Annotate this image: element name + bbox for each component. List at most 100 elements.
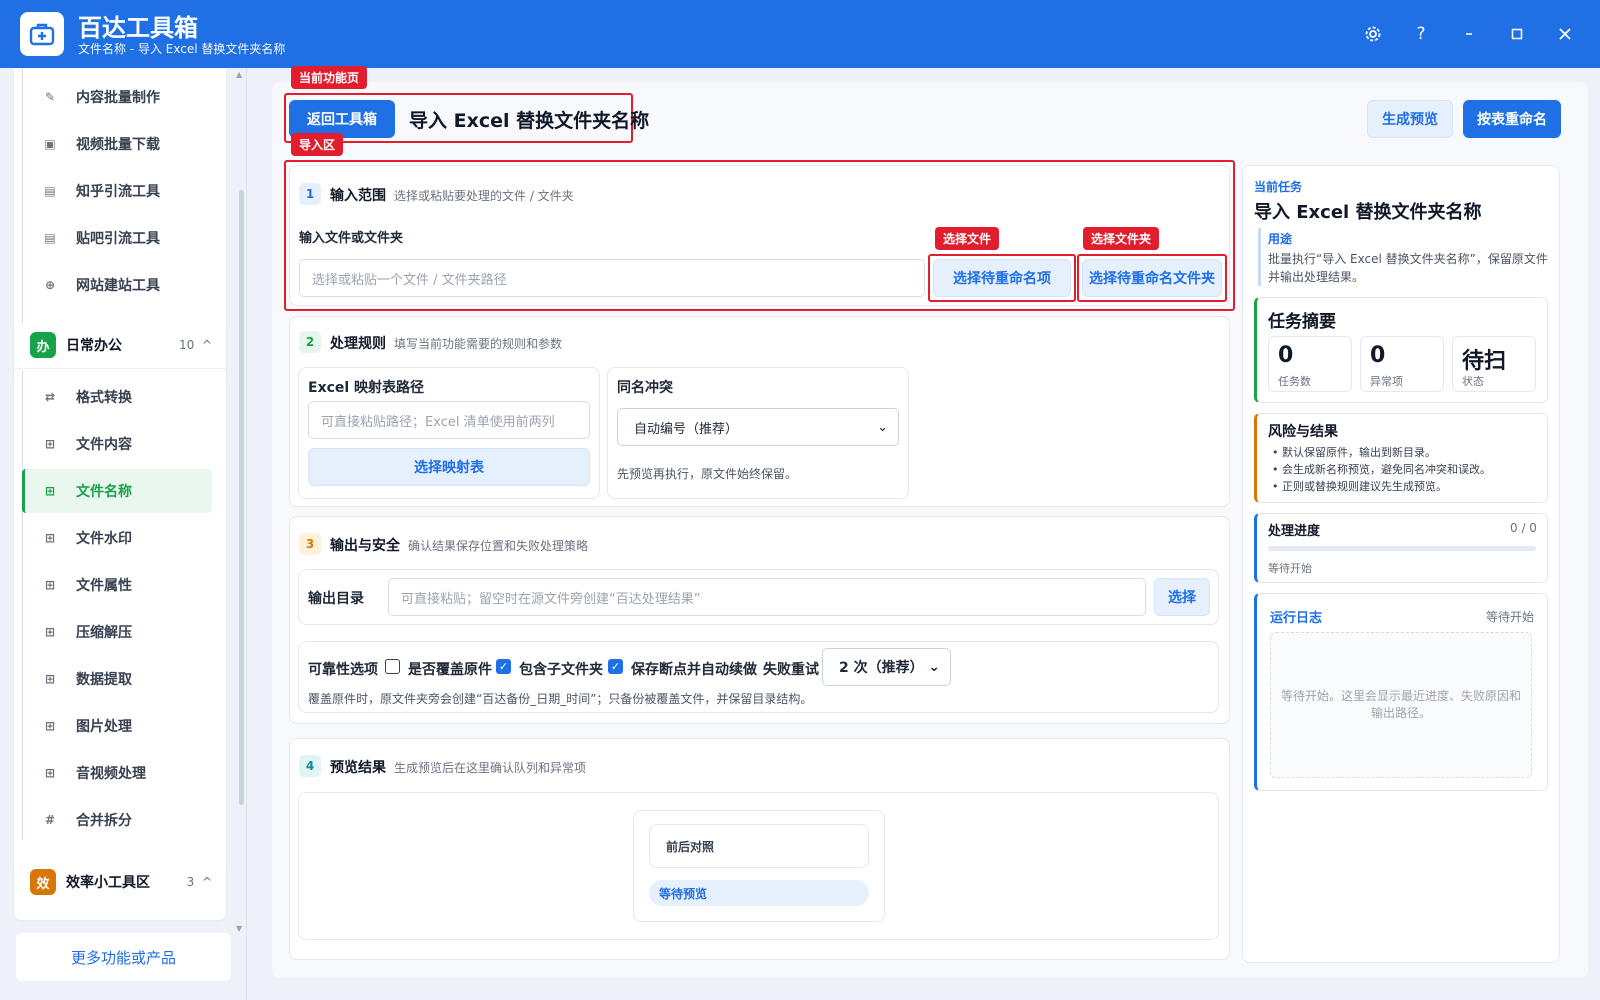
sidebar-item-label: 文件属性: [76, 578, 132, 594]
sidebar-item-label: 视频批量下载: [76, 137, 160, 153]
step-description: 选择或粘贴要处理的文件 / 文件夹: [394, 189, 574, 203]
sidebar-item-image[interactable]: ⊞ 图片处理: [22, 704, 212, 748]
stat-label: 异常项: [1370, 375, 1403, 388]
sidebar-item-video-download[interactable]: ▣ 视频批量下载: [22, 122, 212, 166]
conflict-hint: 先预览再执行，原文件始终保留。: [617, 467, 798, 481]
conflict-select-value: 自动编号（推荐）: [634, 421, 739, 437]
grid-icon: ⊞: [44, 719, 56, 733]
stat-status: 待扫 状态: [1452, 336, 1536, 392]
sidebar-item-zhihu[interactable]: ▤ 知乎引流工具: [22, 169, 212, 213]
generate-preview-button[interactable]: 生成预览: [1367, 100, 1453, 138]
resume-label: 保存断点并自动续做: [631, 662, 757, 678]
help-icon[interactable]: ?: [1409, 22, 1433, 46]
log-output-area[interactable]: 等待开始。这里会显示最近进度、失败原因和输出路径。: [1270, 632, 1532, 778]
stat-value: 0: [1278, 343, 1294, 368]
sidebar-item-website[interactable]: ⊕ 网站建站工具: [22, 263, 212, 307]
sidebar-item-file-attributes[interactable]: ⊞ 文件属性: [22, 563, 212, 607]
output-dir-label: 输出目录: [308, 591, 364, 607]
sidebar-item-label: 合并拆分: [76, 813, 132, 829]
sidebar-item-watermark[interactable]: ⊞ 文件水印: [22, 516, 212, 560]
annotation-tag-import-area: 导入区: [291, 133, 344, 156]
subfolders-label: 包含子文件夹: [519, 662, 603, 678]
chevron-down-icon: ⌄: [877, 419, 888, 435]
gear-icon[interactable]: [1361, 22, 1385, 46]
group-count: 10 ^: [179, 338, 212, 352]
reliability-label: 可靠性选项: [308, 662, 378, 678]
step-description: 确认结果保存位置和失败处理策略: [408, 539, 589, 553]
scroll-down-icon[interactable]: ▼: [236, 924, 242, 933]
page-title: 导入 Excel 替换文件夹名称: [409, 110, 650, 132]
sidebar-item-content-batch[interactable]: ✎ 内容批量制作: [22, 75, 212, 119]
sidebar-item-format-convert[interactable]: ⇄ 格式转换: [22, 375, 212, 419]
sidebar-item-file-content[interactable]: ⊞ 文件内容: [22, 422, 212, 466]
risk-title: 风险与结果: [1268, 424, 1338, 440]
stat-task-count: 0 任务数: [1268, 336, 1352, 392]
step-number: 1: [299, 183, 321, 205]
close-icon[interactable]: [1553, 22, 1577, 46]
grid-icon: ⊞: [44, 531, 56, 545]
step-number: 4: [299, 755, 321, 777]
stat-value: 待扫: [1462, 349, 1507, 374]
step-description: 填写当前功能需要的规则和参数: [394, 337, 563, 351]
rename-by-table-button[interactable]: 按表重命名: [1463, 100, 1561, 138]
before-after-label: 前后对照: [649, 824, 869, 868]
stat-value: 0: [1370, 343, 1386, 368]
log-title: 运行日志: [1270, 611, 1323, 626]
select-mapping-table-button[interactable]: 选择映射表: [308, 448, 590, 486]
stat-label: 状态: [1462, 375, 1484, 388]
output-dir-input[interactable]: 可直接粘贴；留空时在源文件旁创建“百达处理结果”: [388, 578, 1146, 616]
sidebar-item-tieba[interactable]: ▤ 贴吧引流工具: [22, 216, 212, 260]
group-header-efficiency[interactable]: 效 效率小工具区 3 ^: [14, 860, 226, 904]
grid-icon: ⊞: [44, 625, 56, 639]
chevron-down-icon: ⌄: [928, 659, 940, 675]
excel-path-input[interactable]: 可直接粘贴路径；Excel 清单使用前两列: [308, 401, 590, 439]
app-title: 百达工具箱: [78, 14, 198, 42]
subfolders-checkbox[interactable]: ✓: [496, 659, 511, 674]
sidebar-item-label: 文件内容: [76, 437, 132, 453]
sidebar-item-label: 贴吧引流工具: [76, 231, 160, 247]
current-task-label: 当前任务: [1254, 180, 1303, 194]
usage-label: 用途: [1268, 232, 1293, 246]
grid-icon: ⊞: [44, 578, 56, 592]
maximize-icon[interactable]: [1505, 22, 1529, 46]
resume-checkbox[interactable]: ✓: [608, 659, 623, 674]
sidebar-item-data-extract[interactable]: ⊞ 数据提取: [22, 657, 212, 701]
tieba-icon: ▤: [44, 231, 56, 245]
sidebar-item-compress[interactable]: ⊞ 压缩解压: [22, 610, 212, 654]
select-rename-folder-button[interactable]: 选择待重命名文件夹: [1082, 259, 1222, 297]
step-title: 预览结果: [330, 760, 386, 776]
more-products-link[interactable]: 更多功能或产品: [16, 933, 231, 981]
risk-item: • 正则或替换规则建议先生成预览。: [1272, 480, 1447, 493]
retry-select[interactable]: 2 次（推荐） ⌄: [822, 648, 951, 686]
conflict-select[interactable]: 自动编号（推荐） ⌄: [617, 408, 899, 446]
group-count: 3 ^: [186, 875, 212, 889]
annotation-tag-select-file: 选择文件: [935, 227, 1000, 250]
step-number: 2: [299, 331, 321, 353]
scroll-up-icon[interactable]: ▲: [236, 70, 242, 79]
sidebar-item-file-name[interactable]: ⊞ 文件名称: [22, 469, 212, 513]
sidebar-item-av[interactable]: ⊞ 音视频处理: [22, 751, 212, 795]
conflict-label: 同名冲突: [617, 380, 673, 396]
group-title: 效率小工具区: [66, 875, 150, 891]
excel-path-label: Excel 映射表路径: [308, 380, 425, 396]
sidebar-item-label: 压缩解压: [76, 625, 132, 641]
app-logo-icon: [20, 12, 64, 56]
minimize-icon[interactable]: [1457, 22, 1481, 46]
sidebar-scrollbar[interactable]: [239, 190, 244, 805]
retry-label: 失败重试: [763, 662, 819, 678]
overwrite-checkbox[interactable]: [385, 659, 400, 674]
grid-icon: ⊞: [44, 437, 56, 451]
stat-label: 任务数: [1278, 375, 1311, 388]
grid-icon: ⊞: [44, 672, 56, 686]
chevron-up-icon: ^: [201, 875, 212, 889]
select-output-button[interactable]: 选择: [1154, 578, 1210, 616]
select-rename-items-button[interactable]: 选择待重命名项: [933, 259, 1071, 297]
group-header-office[interactable]: 办 日常办公 10 ^: [14, 323, 226, 367]
sidebar-item-merge-split[interactable]: # 合并拆分: [22, 798, 212, 842]
group-badge: 效: [30, 869, 56, 895]
sidebar-item-label: 数据提取: [76, 672, 132, 688]
pen-icon: ✎: [44, 90, 56, 104]
input-path-field[interactable]: 选择或粘贴一个文件 / 文件夹路径: [299, 259, 925, 297]
sidebar-item-label: 音视频处理: [76, 766, 146, 782]
sidebar-item-label: 内容批量制作: [76, 90, 160, 106]
